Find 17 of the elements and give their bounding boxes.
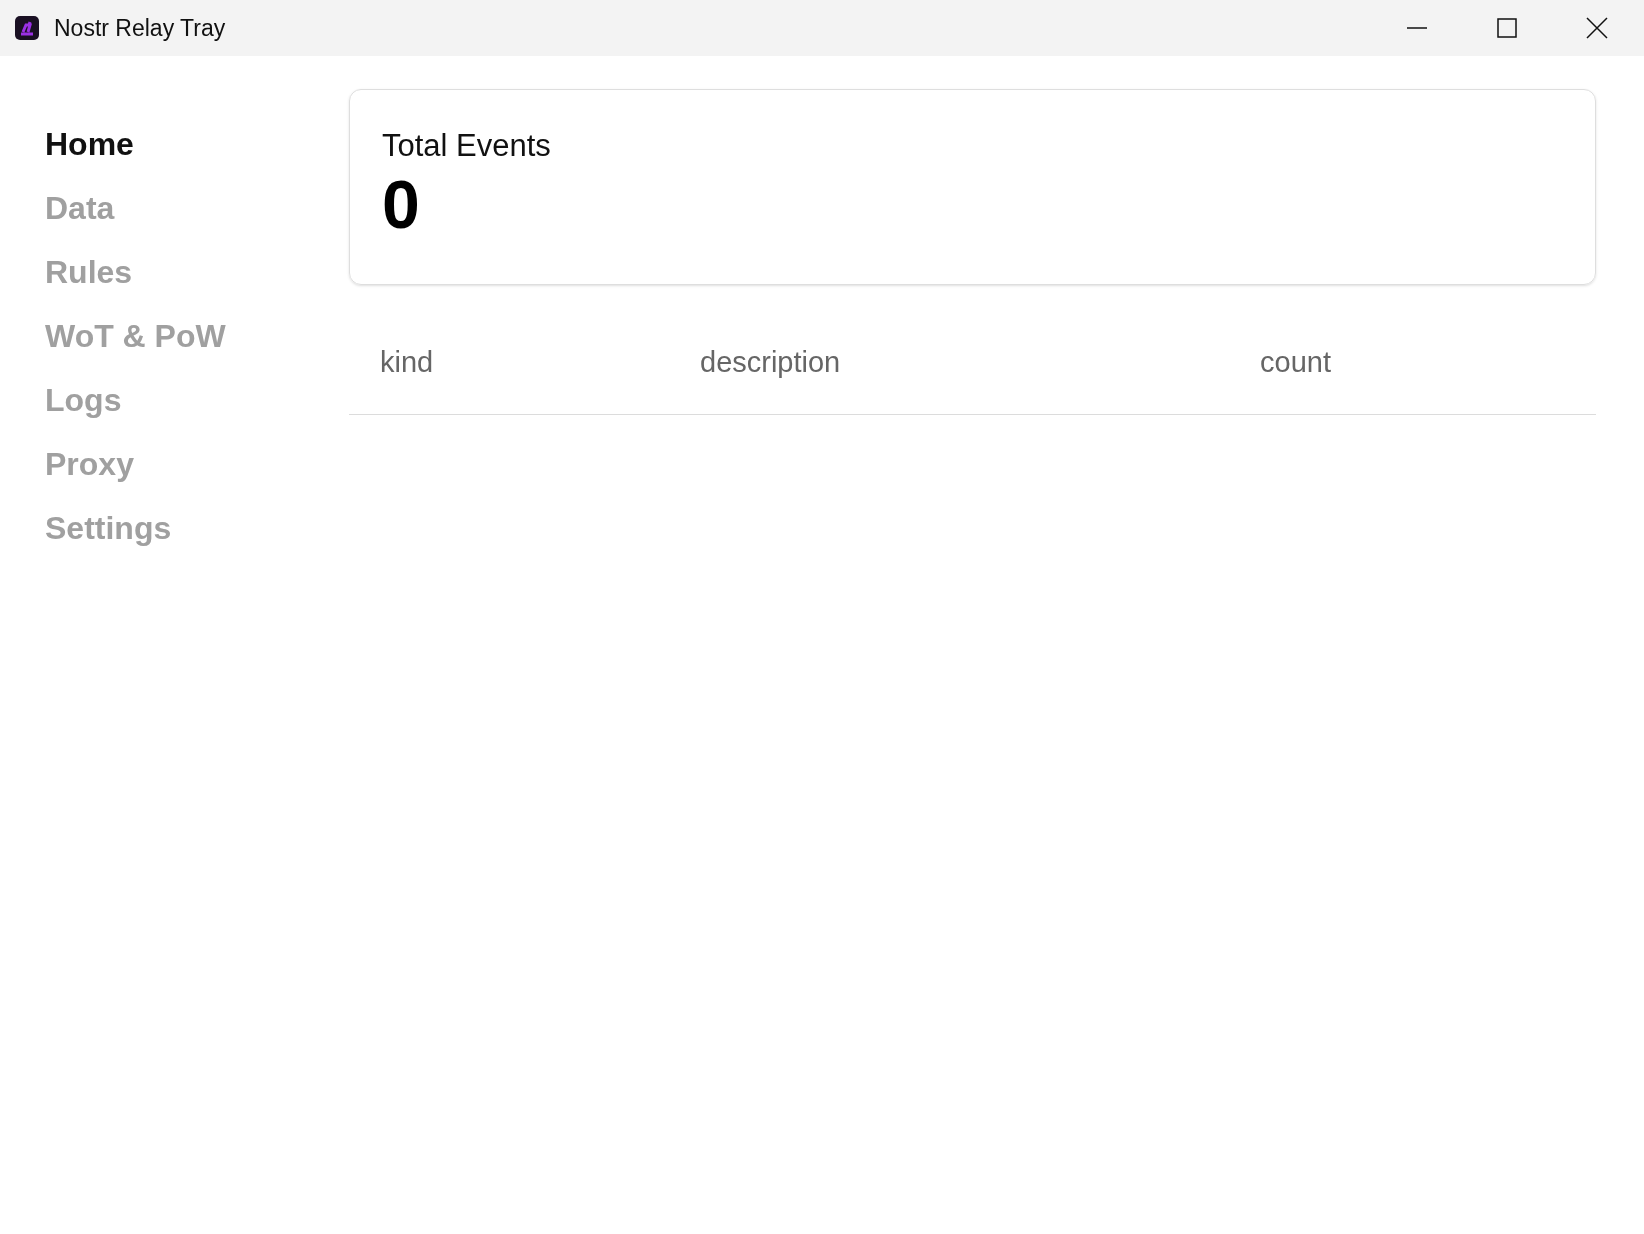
sidebar-item[interactable]: Data <box>45 187 115 229</box>
stat-value: 0 <box>382 166 420 242</box>
sidebar-item[interactable]: Rules <box>45 251 133 293</box>
sidebar-item[interactable]: Settings <box>45 507 172 549</box>
column-header: description <box>700 345 841 378</box>
sidebar-item[interactable]: Proxy <box>45 443 134 485</box>
maximize-icon <box>1496 17 1518 39</box>
sidebar-item[interactable]: Logs <box>45 379 122 421</box>
window-title: Nostr Relay Tray <box>54 13 226 43</box>
minimize-icon <box>1406 27 1428 29</box>
sidebar-item[interactable]: Home <box>45 123 134 165</box>
column-header: kind <box>380 345 434 378</box>
close-icon <box>1586 17 1608 39</box>
sidebar-item[interactable]: WoT & PoW <box>45 315 226 357</box>
stat-label: Total Events <box>382 127 551 165</box>
app-icon <box>14 15 40 41</box>
column-header: count <box>1260 345 1331 378</box>
